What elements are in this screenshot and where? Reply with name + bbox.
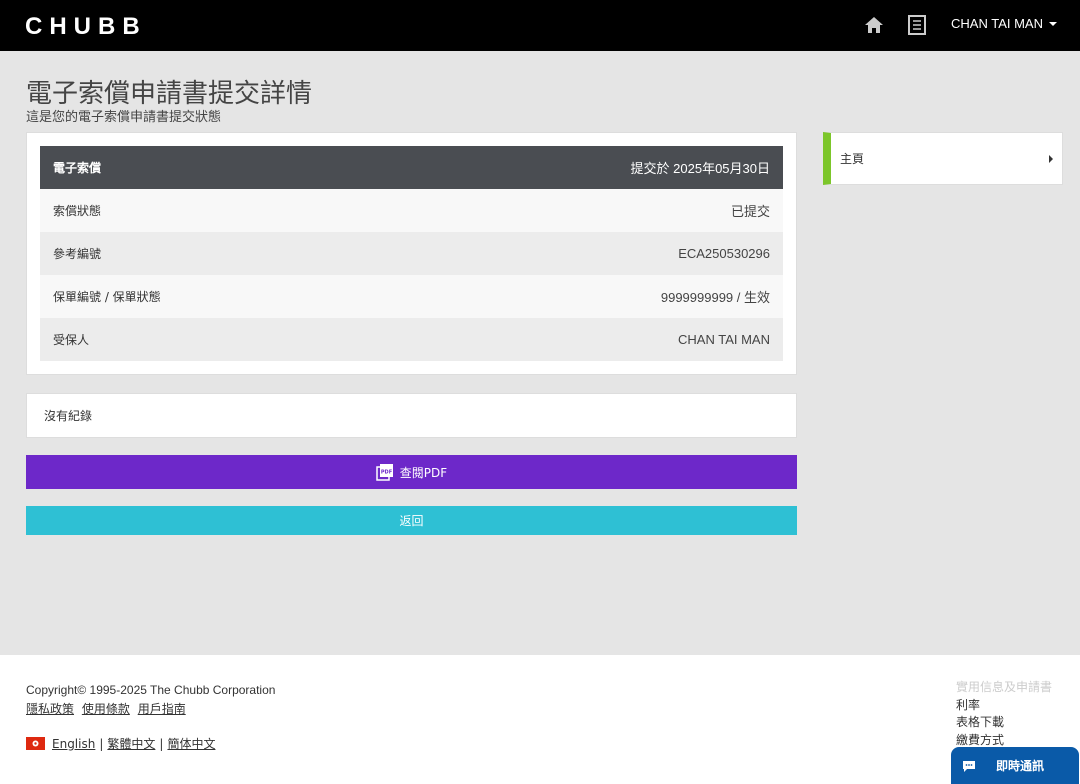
interest-rate-link[interactable]: 利率 bbox=[956, 697, 1052, 715]
row-label: 索償狀態 bbox=[53, 204, 102, 218]
row-label: 保單編號 / 保單狀態 bbox=[53, 290, 161, 304]
view-pdf-button[interactable]: PDF 查閱PDF bbox=[26, 455, 797, 489]
live-chat-button[interactable]: 即時通訊 bbox=[951, 747, 1079, 784]
top-header: CHUBB CHAN TAI MAN bbox=[0, 0, 1080, 51]
row-value: 已提交 bbox=[730, 204, 770, 219]
copyright-text: Copyright© 1995-2025 The Chubb Corporati… bbox=[26, 683, 276, 697]
lang-english-link[interactable]: English bbox=[52, 737, 95, 751]
page-subtitle: 這是您的電子索償申請書提交狀態 bbox=[26, 110, 222, 125]
row-label: 參考編號 bbox=[53, 247, 102, 261]
privacy-policy-link[interactable]: 隱私政策 bbox=[26, 702, 74, 716]
submitted-date: 提交於 2025年05月30日 bbox=[630, 161, 770, 176]
sidebar-item-home[interactable]: 主頁 bbox=[823, 132, 1063, 185]
user-guide-link[interactable]: 用戶指南 bbox=[138, 702, 186, 716]
lang-separator: | bbox=[159, 736, 164, 751]
no-record-panel: 沒有紀錄 bbox=[26, 393, 797, 438]
lang-traditional-chinese-link[interactable]: 繁體中文 bbox=[107, 735, 155, 752]
row-label: 受保人 bbox=[53, 333, 90, 347]
terms-of-use-link[interactable]: 使用條款 bbox=[82, 702, 130, 716]
claim-detail-card: 電子索償 提交於 2025年05月30日 索償狀態 已提交 參考編號 ECA25… bbox=[26, 132, 797, 375]
insured-person-row: 受保人 CHAN TAI MAN bbox=[40, 318, 783, 361]
no-record-text: 沒有紀錄 bbox=[44, 409, 93, 423]
chat-bubble-icon bbox=[963, 760, 975, 772]
caret-down-icon bbox=[1048, 21, 1057, 26]
useful-info-link[interactable]: 實用信息及申請書 bbox=[956, 679, 1052, 697]
pdf-icon: PDF bbox=[376, 464, 393, 481]
lang-separator: | bbox=[99, 736, 104, 751]
page-title: 電子索償申請書提交詳情 bbox=[26, 79, 313, 109]
language-switcher: English | 繁體中文 | 簡体中文 bbox=[26, 735, 215, 752]
claim-detail-table: 電子索償 提交於 2025年05月30日 索償狀態 已提交 參考編號 ECA25… bbox=[40, 146, 783, 361]
claim-status-row: 索償狀態 已提交 bbox=[40, 189, 783, 232]
user-name: CHAN TAI MAN bbox=[951, 16, 1043, 31]
legal-links: 隱私政策 使用條款 用戶指南 bbox=[26, 700, 190, 717]
row-value: 9999999999 / 生效 bbox=[660, 290, 770, 305]
back-button[interactable]: 返回 bbox=[26, 506, 797, 535]
chevron-right-icon bbox=[1049, 154, 1053, 163]
svg-text:CHUBB: CHUBB bbox=[25, 13, 147, 36]
view-pdf-label: 查閱PDF bbox=[399, 465, 448, 480]
back-label: 返回 bbox=[399, 514, 424, 528]
claim-type-label: 電子索償 bbox=[53, 161, 102, 175]
live-chat-label: 即時通訊 bbox=[996, 759, 1045, 773]
home-icon[interactable] bbox=[863, 14, 885, 36]
hong-kong-flag-icon bbox=[26, 737, 45, 750]
claim-table-header: 電子索償 提交於 2025年05月30日 bbox=[40, 146, 783, 189]
document-list-icon[interactable] bbox=[906, 14, 928, 36]
reference-number-row: 參考編號 ECA250530296 bbox=[40, 232, 783, 275]
sidebar-item-label: 主頁 bbox=[840, 152, 865, 166]
footer: Copyright© 1995-2025 The Chubb Corporati… bbox=[0, 655, 1080, 784]
forms-download-link[interactable]: 表格下載 bbox=[956, 714, 1052, 732]
lang-simplified-chinese-link[interactable]: 簡体中文 bbox=[167, 735, 215, 752]
row-value: ECA250530296 bbox=[678, 246, 770, 261]
row-value: CHAN TAI MAN bbox=[678, 332, 770, 347]
chubb-logo[interactable]: CHUBB bbox=[25, 12, 185, 36]
policy-number-row: 保單編號 / 保單狀態 9999999999 / 生效 bbox=[40, 275, 783, 318]
user-menu[interactable]: CHAN TAI MAN bbox=[951, 16, 1057, 31]
svg-text:PDF: PDF bbox=[381, 470, 392, 476]
footer-quick-links: 實用信息及申請書 利率 表格下載 繳費方式 bbox=[956, 679, 1052, 749]
